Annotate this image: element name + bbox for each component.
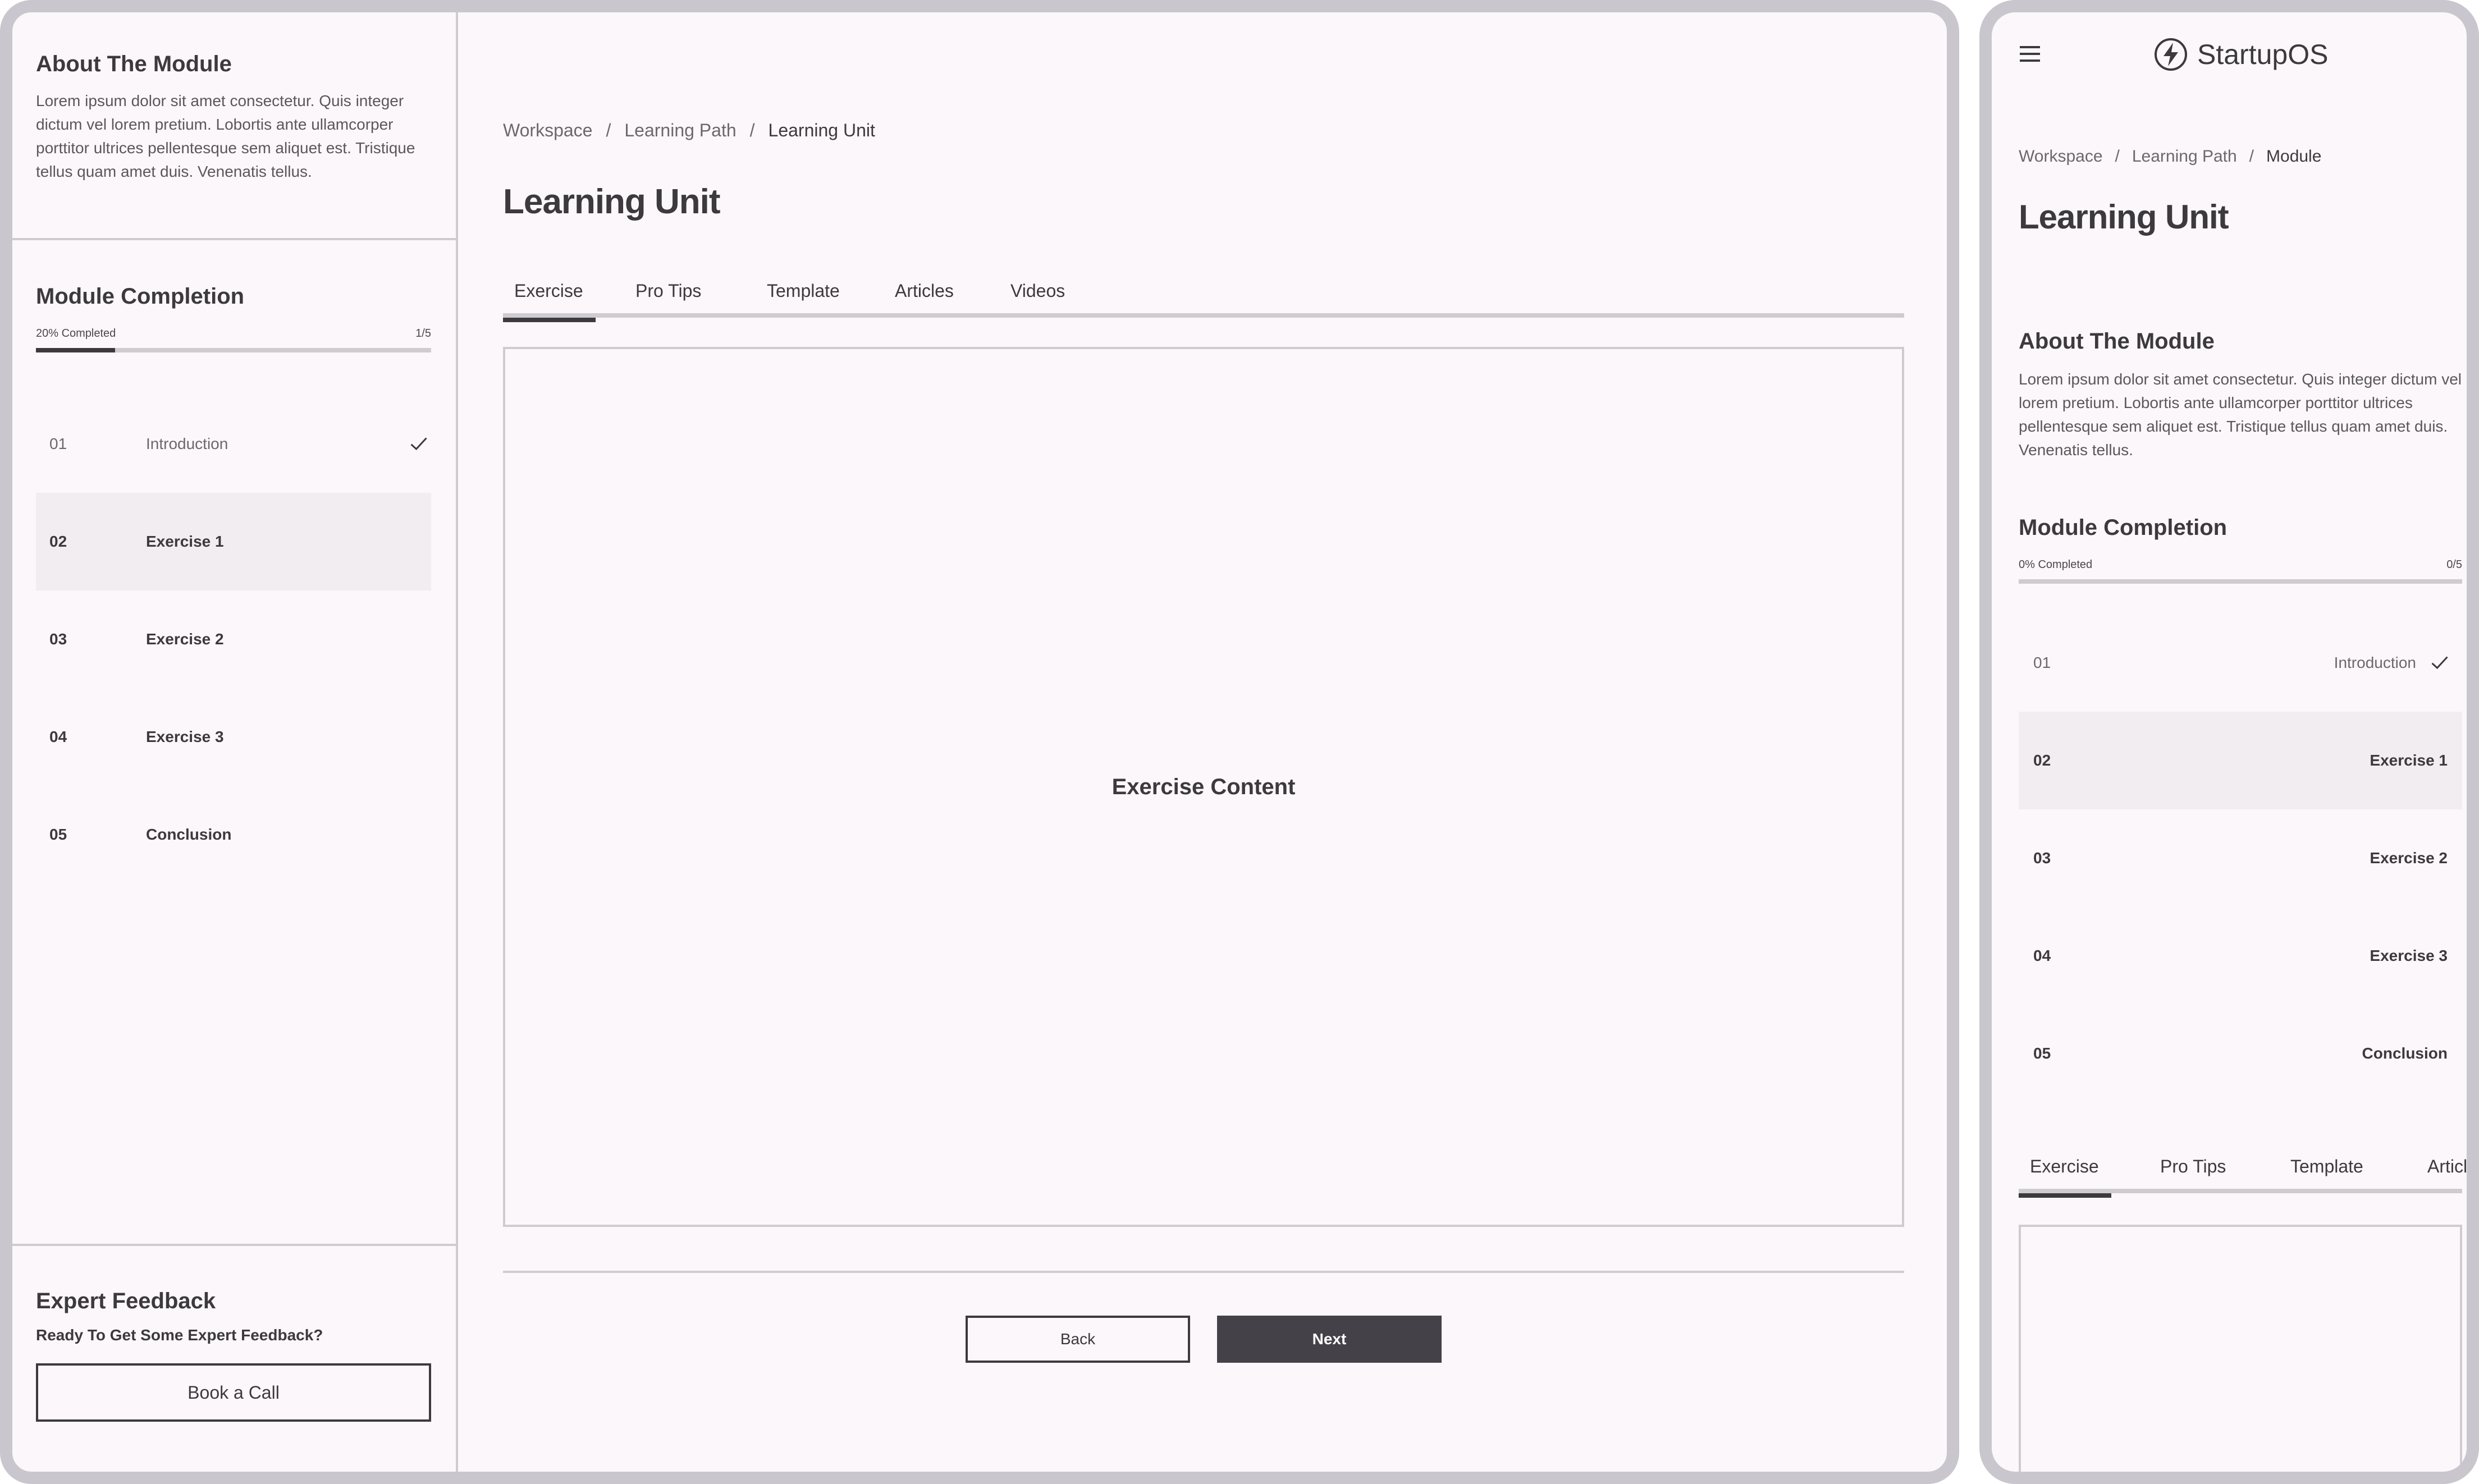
module-item-exercise-2[interactable]: 03 Exercise 2 [36, 590, 431, 688]
breadcrumb-separator: / [606, 120, 611, 140]
content-divider [503, 1271, 1904, 1273]
module-item-number: 05 [2033, 1045, 2051, 1062]
module-item-exercise-3[interactable]: 04 Exercise 3 [2019, 907, 2462, 1005]
breadcrumb-workspace[interactable]: Workspace [503, 120, 592, 141]
tab-videos[interactable]: Videos [1010, 273, 1065, 318]
module-completion-title: Module Completion [2019, 515, 2228, 540]
module-item-number: 04 [2033, 947, 2051, 964]
mobile-about-section: About The Module Lorem ipsum dolor sit a… [2019, 329, 2462, 462]
module-item-label: Exercise 3 [146, 728, 224, 745]
module-item-introduction[interactable]: 01 Introduction [36, 395, 431, 493]
module-item-number: 01 [49, 435, 67, 452]
module-item-number: 03 [2033, 849, 2051, 867]
module-item-label: Exercise 1 [2370, 752, 2448, 769]
module-item-label: Exercise 3 [2370, 947, 2448, 964]
module-completion-title: Module Completion [36, 284, 245, 309]
about-module-section: About The Module Lorem ipsum dolor sit a… [36, 52, 431, 184]
module-item-number: 03 [49, 630, 67, 648]
about-module-title: About The Module [36, 52, 232, 76]
progress-bar-fill [36, 348, 115, 352]
module-item-conclusion[interactable]: 05 Conclusion [36, 786, 431, 883]
mobile-breadcrumb: Workspace / Learning Path / Module [2019, 147, 2321, 166]
mobile-module-list: 01 Introduction 02 Exercise 1 03 Exercis… [2019, 614, 2462, 1102]
module-item-label: Conclusion [2362, 1045, 2448, 1062]
progress-count-label: 1/5 [415, 327, 431, 340]
expert-feedback-section: Expert Feedback Ready To Get Some Expert… [36, 1289, 431, 1422]
exercise-content-panel: Exercise Content [503, 347, 1904, 1227]
about-module-description: Lorem ipsum dolor sit amet consectetur. … [36, 92, 415, 180]
tab-bar: Exercise Pro Tips Template Articles Vide… [503, 273, 1904, 322]
expert-feedback-title: Expert Feedback [36, 1289, 216, 1313]
breadcrumb-learning-path[interactable]: Learning Path [624, 120, 736, 141]
tab-articles[interactable]: Articles [895, 273, 954, 318]
tab-pro-tips[interactable]: Pro Tips [2160, 1148, 2226, 1193]
breadcrumb-separator: / [749, 120, 755, 140]
module-item-conclusion[interactable]: 05 Conclusion [2019, 1005, 2462, 1102]
about-module-description: Lorem ipsum dolor sit amet consectetur. … [2019, 370, 2462, 459]
about-module-title: About The Module [2019, 329, 2215, 354]
module-item-label: Introduction [146, 435, 228, 452]
breadcrumb-separator: / [2249, 147, 2254, 166]
progress-count-label: 0/5 [2446, 558, 2462, 571]
breadcrumb: Workspace / Learning Path / Learning Uni… [503, 120, 875, 141]
sidebar-divider [12, 1244, 456, 1246]
module-item-number: 02 [49, 533, 67, 550]
sidebar-divider [12, 238, 456, 240]
back-button[interactable]: Back [966, 1316, 1190, 1363]
breadcrumb-learning-path[interactable]: Learning Path [2132, 147, 2237, 166]
module-item-exercise-1[interactable]: 02 Exercise 1 [36, 493, 431, 590]
breadcrumb-current: Learning Unit [768, 120, 875, 140]
module-completion-section: Module Completion 20% Completed 1/5 [36, 284, 431, 352]
mobile-completion-section: Module Completion 0% Completed 0/5 [2019, 515, 2462, 584]
check-icon [410, 437, 427, 451]
mobile-header: StartupOS [1992, 12, 2467, 91]
progress-bar [36, 348, 431, 352]
module-item-number: 01 [2033, 654, 2051, 671]
tab-articles[interactable]: Article [2427, 1148, 2467, 1193]
module-item-label: Exercise 2 [146, 630, 224, 648]
tab-exercise[interactable]: Exercise [2019, 1148, 2111, 1198]
module-item-number: 05 [49, 826, 67, 843]
tab-template[interactable]: Template [767, 273, 840, 318]
progress-percent-label: 20% Completed [36, 327, 116, 340]
mobile-tab-bar: Exercise Pro Tips Template Article [2019, 1148, 2467, 1198]
module-item-introduction[interactable]: 01 Introduction [2019, 614, 2462, 712]
module-item-exercise-1[interactable]: 02 Exercise 1 [2019, 712, 2462, 809]
lightning-logo-icon [2155, 38, 2187, 71]
mobile-content-panel [2019, 1225, 2462, 1472]
exercise-content-label: Exercise Content [1112, 774, 1296, 799]
book-call-button[interactable]: Book a Call [36, 1363, 431, 1422]
tab-pro-tips[interactable]: Pro Tips [635, 273, 701, 318]
progress-labels: 0% Completed 0/5 [2019, 558, 2462, 571]
menu-icon[interactable] [2020, 46, 2040, 62]
progress-labels: 20% Completed 1/5 [36, 327, 431, 340]
app-name: StartupOS [2197, 39, 2329, 70]
module-item-number: 04 [49, 728, 67, 745]
module-item-exercise-2[interactable]: 03 Exercise 2 [2019, 809, 2462, 907]
tab-exercise[interactable]: Exercise [503, 273, 596, 322]
progress-percent-label: 0% Completed [2019, 558, 2093, 571]
mobile-page-title: Learning Unit [2019, 198, 2229, 236]
breadcrumb-current: Module [2266, 147, 2322, 166]
mobile-frame: StartupOS Workspace / Learning Path / Mo… [1979, 0, 2479, 1484]
tab-template[interactable]: Template [2290, 1148, 2363, 1193]
breadcrumb-workspace[interactable]: Workspace [2019, 147, 2103, 166]
module-item-label: Conclusion [146, 826, 232, 843]
module-item-label: Exercise 2 [2370, 849, 2448, 867]
module-item-number: 02 [2033, 752, 2051, 769]
page-title: Learning Unit [503, 182, 721, 221]
module-item-label: Introduction [2334, 654, 2416, 671]
next-button[interactable]: Next [1217, 1316, 1442, 1363]
progress-bar [2019, 579, 2462, 584]
module-item-exercise-3[interactable]: 04 Exercise 3 [36, 688, 431, 786]
check-icon [2431, 656, 2448, 670]
expert-feedback-subtitle: Ready To Get Some Expert Feedback? [36, 1326, 323, 1344]
module-item-label: Exercise 1 [146, 533, 224, 550]
breadcrumb-separator: / [2115, 147, 2120, 166]
module-list: 01 Introduction 02 Exercise 1 03 Exercis… [36, 395, 431, 883]
app-logo: StartupOS [2153, 37, 2328, 72]
sidebar: About The Module Lorem ipsum dolor sit a… [12, 12, 458, 1472]
desktop-frame: About The Module Lorem ipsum dolor sit a… [0, 0, 1959, 1484]
